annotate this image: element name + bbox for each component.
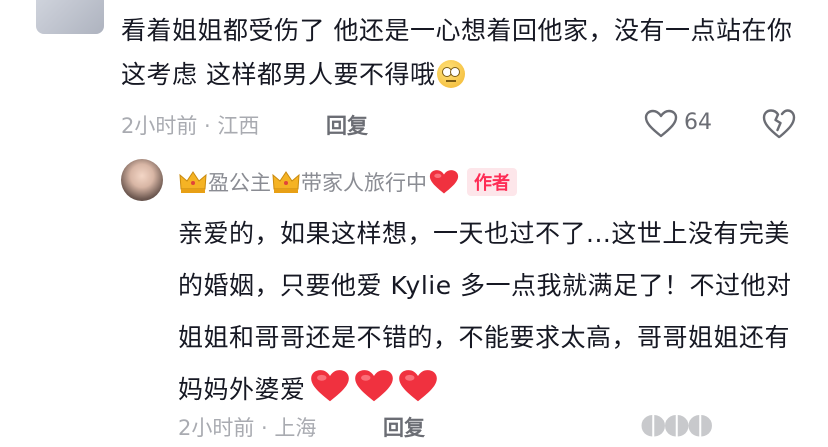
commenter-avatar[interactable] bbox=[36, 0, 104, 34]
author-avatar[interactable] bbox=[121, 159, 163, 201]
red-heart-icon bbox=[354, 370, 393, 402]
reply-text: 亲爱的，如果这样想，一天也过不了...这世上没有完美的婚姻，只要他爱 Kylie… bbox=[178, 219, 792, 404]
watermark-icon: ◖◗◖◗◖◗ bbox=[640, 407, 713, 440]
author-name-part2: 带家人旅行中 bbox=[301, 171, 427, 195]
like-count: 64 bbox=[684, 110, 712, 135]
author-name-part1: 盈公主 bbox=[208, 171, 271, 195]
author-badge: 作者 bbox=[467, 168, 517, 196]
comment-time-location: 2小时前 · 江西 bbox=[121, 114, 260, 138]
reply-button[interactable]: 回复 bbox=[383, 412, 425, 442]
author-name-row[interactable]: 盈公主 带家人旅行中 作者 bbox=[178, 166, 517, 198]
red-heart-icon bbox=[429, 170, 459, 194]
comment-text: 看着姐姐都受伤了 他还是一心想着回他家，没有一点站在你这考虑 这样都男人要不得哦 bbox=[121, 16, 793, 89]
red-heart-icon bbox=[398, 370, 437, 402]
eye-roll-emoji-icon bbox=[437, 60, 466, 88]
crown-icon bbox=[179, 171, 207, 193]
like-heart-icon[interactable] bbox=[644, 109, 678, 139]
reply-time-location: 2小时前 · 上海 bbox=[178, 416, 317, 440]
reply-button[interactable]: 回复 bbox=[326, 110, 368, 140]
dislike-broken-heart-icon[interactable] bbox=[762, 108, 796, 140]
red-heart-icon bbox=[310, 370, 349, 402]
crown-icon bbox=[272, 171, 300, 193]
